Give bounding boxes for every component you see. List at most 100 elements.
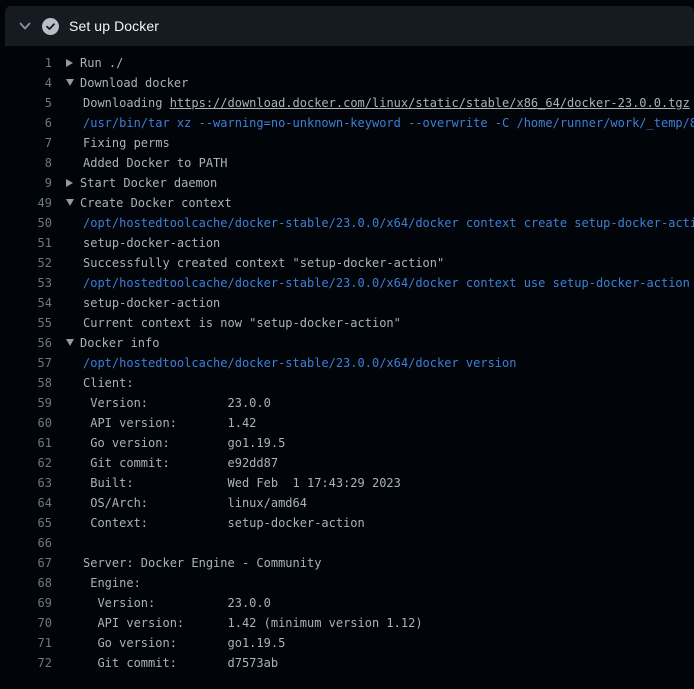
log-line: 4Download docker xyxy=(0,73,694,93)
line-number[interactable]: 5 xyxy=(0,93,52,113)
line-number[interactable]: 70 xyxy=(0,613,52,633)
log-text-segment: Git commit: e92dd87 xyxy=(83,456,278,470)
group-toggle-expanded-icon[interactable] xyxy=(66,73,80,93)
log-line: 9 Start Docker daemon xyxy=(0,173,694,193)
log-text: setup-docker-action xyxy=(52,233,694,253)
group-toggle-collapsed-icon[interactable] xyxy=(66,173,80,193)
line-number[interactable]: 65 xyxy=(0,513,52,533)
log-text-segment: setup-docker-action xyxy=(83,236,220,250)
line-number[interactable]: 57 xyxy=(0,353,52,373)
group-title: Run ./ xyxy=(80,56,123,70)
log-text: Create Docker context xyxy=(52,193,694,213)
check-circle-icon xyxy=(42,18,59,35)
line-number[interactable]: 53 xyxy=(0,273,52,293)
group-title: Docker info xyxy=(80,336,159,350)
log-line: 8Added Docker to PATH xyxy=(0,153,694,173)
line-number[interactable]: 1 xyxy=(0,53,52,73)
log-line: 71 Go version: go1.19.5 xyxy=(0,633,694,653)
log-line: 51 setup-docker-action xyxy=(0,233,694,253)
log-text: Context: setup-docker-action xyxy=(52,513,694,533)
log-text-segment: Fixing perms xyxy=(83,136,170,150)
log-text-segment: /opt/hostedtoolcache/docker-stable/23.0.… xyxy=(83,276,690,290)
group-toggle-expanded-icon[interactable] xyxy=(66,333,80,353)
log-text: Engine: xyxy=(52,573,694,593)
log-command-text: /usr/bin/tar xz --warning=no-unknown-key… xyxy=(52,113,694,133)
line-number[interactable]: 59 xyxy=(0,393,52,413)
line-number[interactable]: 63 xyxy=(0,473,52,493)
log-text: Docker info xyxy=(52,333,694,353)
line-number[interactable]: 68 xyxy=(0,573,52,593)
step-header[interactable]: Set up Docker xyxy=(5,6,694,46)
log-text: API version: 1.42 (minimum version 1.12) xyxy=(52,613,694,633)
line-number[interactable]: 60 xyxy=(0,413,52,433)
line-number[interactable]: 62 xyxy=(0,453,52,473)
line-number[interactable]: 66 xyxy=(0,533,52,553)
line-number[interactable]: 61 xyxy=(0,433,52,453)
log-text: Server: Docker Engine - Community xyxy=(52,553,694,573)
group-toggle-collapsed-icon[interactable] xyxy=(66,53,80,73)
line-number[interactable]: 72 xyxy=(0,653,52,673)
log-text: Git commit: d7573ab xyxy=(52,653,694,673)
log-line: 61 Go version: go1.19.5 xyxy=(0,433,694,453)
line-number[interactable]: 54 xyxy=(0,293,52,313)
log-text-segment: Go version: go1.19.5 xyxy=(83,436,285,450)
log-link[interactable]: https://download.docker.com/linux/static… xyxy=(170,96,690,110)
log-text: Built: Wed Feb 1 17:43:29 2023 xyxy=(52,473,694,493)
log-text-segment: Server: Docker Engine - Community xyxy=(83,556,321,570)
group-title: Start Docker daemon xyxy=(80,176,217,190)
line-number[interactable]: 71 xyxy=(0,633,52,653)
log-line: 53/opt/hostedtoolcache/docker-stable/23.… xyxy=(0,273,694,293)
log-line: 7 Fixing perms xyxy=(0,133,694,153)
line-number[interactable]: 51 xyxy=(0,233,52,253)
log-text: Run ./ xyxy=(52,53,694,73)
log-text-segment: Client: xyxy=(83,376,134,390)
log-text-segment: API version: 1.42 (minimum version 1.12) xyxy=(83,616,423,630)
chevron-down-icon[interactable] xyxy=(18,19,32,33)
log-text-segment: Engine: xyxy=(83,576,141,590)
line-number[interactable]: 58 xyxy=(0,373,52,393)
log-line: 56 Docker info xyxy=(0,333,694,353)
line-number[interactable]: 8 xyxy=(0,153,52,173)
log-line: 62 Git commit: e92dd87 xyxy=(0,453,694,473)
line-number[interactable]: 7 xyxy=(0,133,52,153)
line-number[interactable]: 55 xyxy=(0,313,52,333)
line-number[interactable]: 50 xyxy=(0,213,52,233)
step-title: Set up Docker xyxy=(69,18,159,34)
log-text: Go version: go1.19.5 xyxy=(52,633,694,653)
log-text: Downloading https://download.docker.com/… xyxy=(52,93,694,113)
log-text: Go version: go1.19.5 xyxy=(52,433,694,453)
log-text-segment: Built: Wed Feb 1 17:43:29 2023 xyxy=(83,476,401,490)
log-text: Version: 23.0.0 xyxy=(52,393,694,413)
log-text-segment: Git commit: d7573ab xyxy=(83,656,278,670)
log-line: 57/opt/hostedtoolcache/docker-stable/23.… xyxy=(0,353,694,373)
line-number[interactable]: 67 xyxy=(0,553,52,573)
line-number[interactable]: 49 xyxy=(0,193,52,213)
log-text-segment: /opt/hostedtoolcache/docker-stable/23.0.… xyxy=(83,216,694,230)
log-text: Added Docker to PATH xyxy=(52,153,694,173)
log-text: Successfully created context "setup-dock… xyxy=(52,253,694,273)
log-text: OS/Arch: linux/amd64 xyxy=(52,493,694,513)
line-number[interactable]: 9 xyxy=(0,173,52,193)
group-toggle-expanded-icon[interactable] xyxy=(66,193,80,213)
log-line: 6/usr/bin/tar xz --warning=no-unknown-ke… xyxy=(0,113,694,133)
log-line: 60 API version: 1.42 xyxy=(0,413,694,433)
log-text-segment: Version: 23.0.0 xyxy=(83,596,271,610)
line-number[interactable]: 4 xyxy=(0,73,52,93)
log-text: Fixing perms xyxy=(52,133,694,153)
log-text: Git commit: e92dd87 xyxy=(52,453,694,473)
log-line: 70 API version: 1.42 (minimum version 1.… xyxy=(0,613,694,633)
line-number[interactable]: 52 xyxy=(0,253,52,273)
line-number[interactable]: 6 xyxy=(0,113,52,133)
line-number[interactable]: 64 xyxy=(0,493,52,513)
log-line: 59 Version: 23.0.0 xyxy=(0,393,694,413)
log-line: 5Downloading https://download.docker.com… xyxy=(0,93,694,113)
log-command-text: /opt/hostedtoolcache/docker-stable/23.0.… xyxy=(52,213,694,233)
log-line: 63 Built: Wed Feb 1 17:43:29 2023 xyxy=(0,473,694,493)
log-text: API version: 1.42 xyxy=(52,413,694,433)
log-line: 55Current context is now "setup-docker-a… xyxy=(0,313,694,333)
log-command-text: /opt/hostedtoolcache/docker-stable/23.0.… xyxy=(52,353,694,373)
line-number[interactable]: 56 xyxy=(0,333,52,353)
log-text: setup-docker-action xyxy=(52,293,694,313)
log-line: 66 xyxy=(0,533,694,553)
line-number[interactable]: 69 xyxy=(0,593,52,613)
